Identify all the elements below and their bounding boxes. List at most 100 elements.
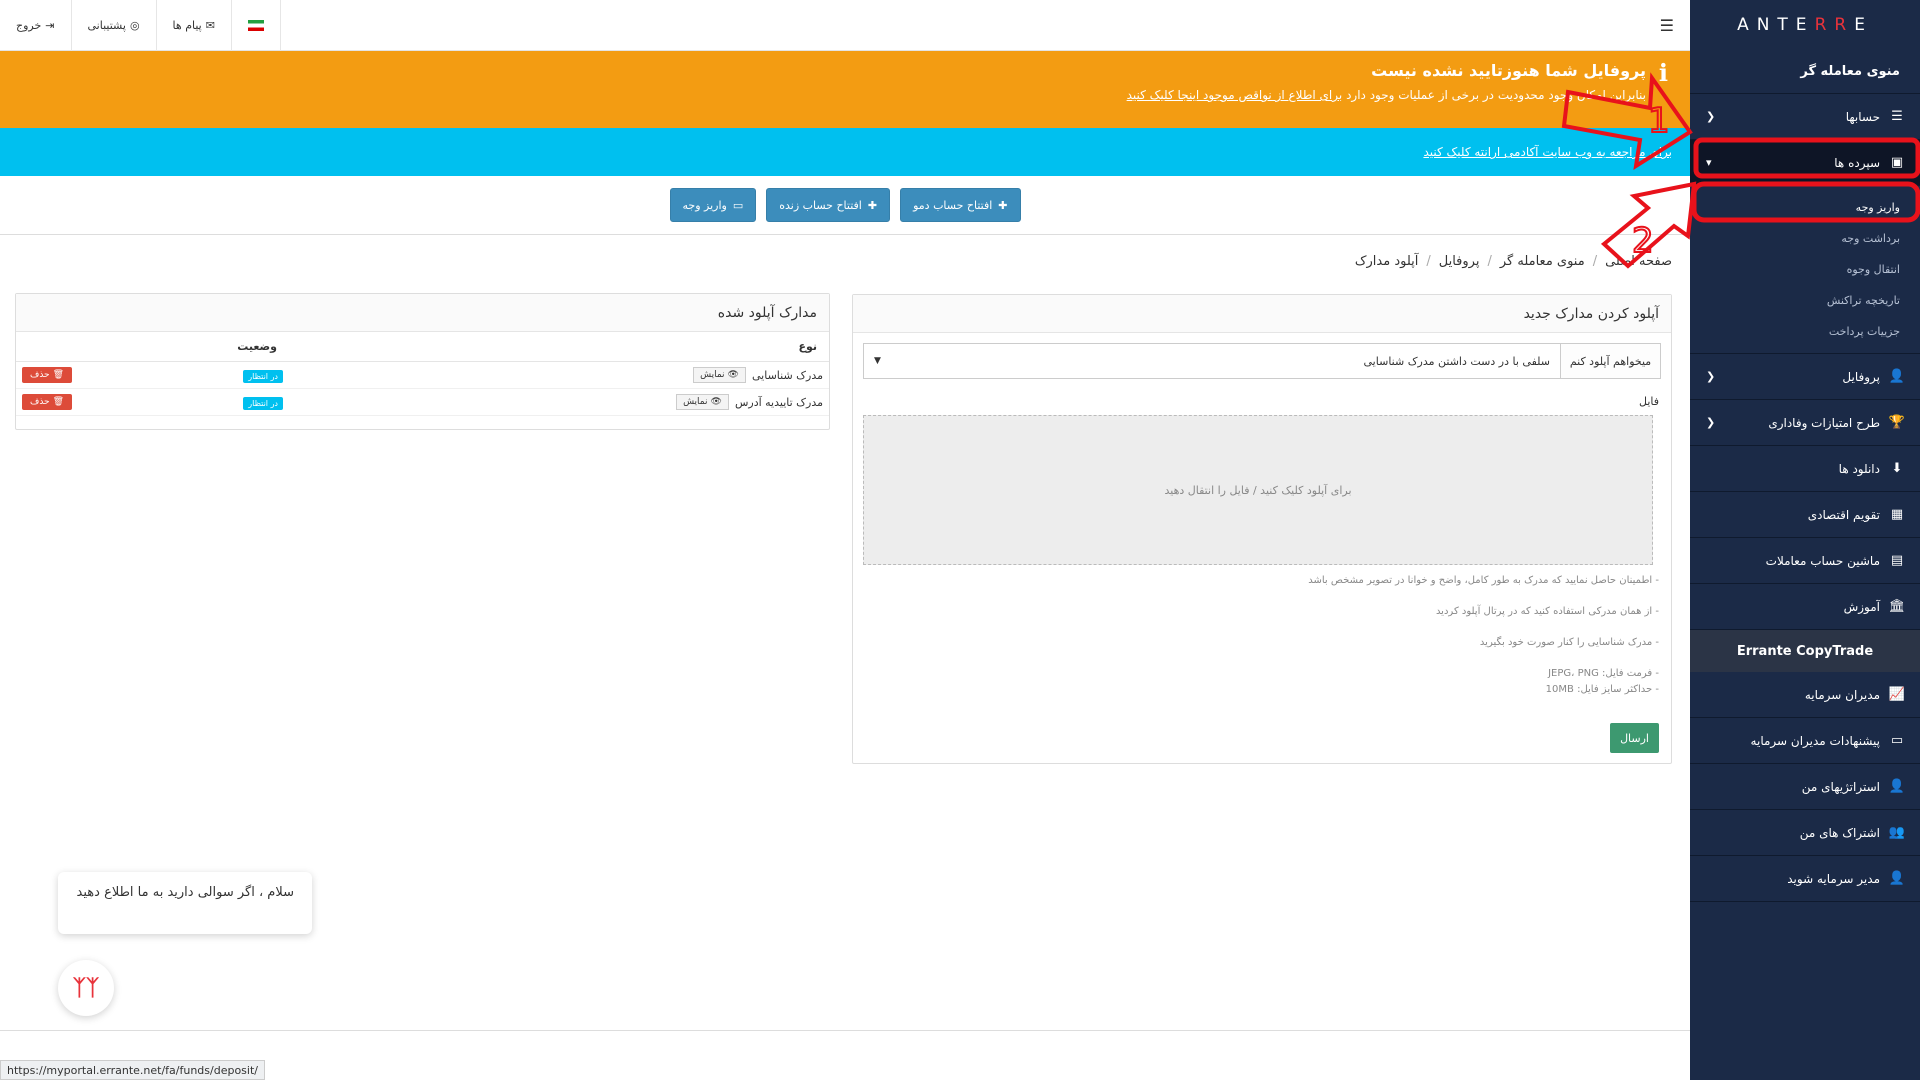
top-navbar: خروج ⇥ پشتیبانی ◎ پیام ها ✉ ☰: [0, 0, 1690, 51]
format-note: - فرمت فایل: JEPG، PNG: [1548, 668, 1659, 679]
bank-icon: 🏛: [1888, 599, 1906, 614]
dropzone-text: برای آپلود کلیک کنید / فایل را انتقال ده…: [1164, 483, 1352, 497]
document-type-select[interactable]: میخواهم آپلود کنم سلفی با در دست داشتن م…: [863, 343, 1661, 379]
caret-down-icon: ▼: [874, 356, 881, 366]
calendar-icon: ▦: [1890, 507, 1904, 522]
messages-link[interactable]: پیام ها ✉: [157, 0, 232, 51]
user-icon: 👤: [1888, 369, 1906, 384]
list-icon: ☰: [1891, 109, 1903, 124]
uploaded-docs-table: نوع وضعیت مدرک شناسایی 👁 نمایش در انتظار …: [16, 332, 829, 416]
breadcrumb-trader-menu[interactable]: منوی معامله گر: [1500, 254, 1585, 269]
upload-notes: - اطمینان حاصل نمایید که مدرک به طور کام…: [1308, 575, 1659, 715]
note-item: - مدرک شناسایی را کنار صورت خود بگیرید: [1479, 637, 1659, 648]
messages-label: پیام ها: [172, 19, 202, 32]
deposits-submenu: واریز وجه برداشت وجه انتقال وجوه تاریخچه…: [1690, 186, 1920, 354]
sidebar-item-downloads[interactable]: ⬇ دانلود ها: [1690, 446, 1920, 492]
col-status-header: وضعیت: [150, 332, 289, 362]
language-selector[interactable]: [232, 0, 281, 51]
content-divider: [0, 234, 1690, 235]
envelope-icon: ✉: [205, 19, 215, 32]
chat-greeting-bubble[interactable]: سلام ، اگر سوالی دارید به ما اطلاع دهید: [58, 872, 312, 934]
submenu-payment-details[interactable]: جزییات پرداخت: [1690, 316, 1920, 347]
submenu-deposit[interactable]: واریز وجه: [1690, 192, 1920, 223]
status-bar-url: https://myportal.errante.net/fa/funds/de…: [0, 1060, 265, 1080]
submenu-transfer[interactable]: انتقال وجوه: [1690, 254, 1920, 285]
delete-button[interactable]: 🗑 حذف: [22, 367, 73, 383]
chart-icon: 📈: [1888, 687, 1906, 702]
alert-description: بنابراین امکان وجود محدودیت در برخی از ع…: [1346, 88, 1646, 102]
sidebar-item-my-strategies[interactable]: 👤 استراتژیهای من: [1690, 764, 1920, 810]
uploaded-documents-panel: مدارک آپلود شده نوع وضعیت مدرک شناسایی 👁…: [15, 293, 830, 430]
sidebar-item-deposits[interactable]: ▣ سپرده ها ▾: [1690, 140, 1920, 186]
sidebar-item-label: مدیر سرمایه شوید: [1787, 871, 1880, 886]
alert-text: بنابراین امکان وجود محدودیت در برخی از ع…: [0, 88, 1672, 102]
note-item: - از همان مدرکی استفاده کنید که در پرتال…: [1435, 606, 1659, 617]
missing-docs-link[interactable]: برای اطلاع از نواقص موجود اینجا کلیک کنی…: [1127, 88, 1343, 102]
view-button[interactable]: 👁 نمایش: [693, 367, 746, 383]
sidebar-item-accounts[interactable]: ☰ حسابها ❮: [1690, 94, 1920, 140]
sidebar-item-loyalty[interactable]: 🏆 طرح امتیازات وفاداری ❮: [1690, 400, 1920, 446]
card-icon: ▭: [1890, 733, 1904, 748]
support-label: پشتیبانی: [87, 19, 126, 32]
sign-out-icon: ⇥: [45, 19, 55, 32]
profile-warning-alert: ℹ پروفایل شما هنوزتایید نشده نیست بنابرا…: [0, 51, 1690, 128]
sidebar-item-label: تقویم اقتصادی: [1807, 507, 1880, 522]
size-note: - حداکثر سایز فایل: 10MB: [1545, 684, 1659, 695]
sidebar-item-become-manager[interactable]: 👤 مدیر سرمایه شوید: [1690, 856, 1920, 902]
sidebar-item-manager-offers[interactable]: ▭ پیشنهادات مدیران سرمایه: [1690, 718, 1920, 764]
status-badge: در انتظار: [243, 369, 283, 383]
logout-label: خروج: [16, 19, 42, 32]
sidebar-item-education[interactable]: 🏛 آموزش: [1690, 584, 1920, 630]
sidebar-item-label: سپرده ها: [1834, 155, 1880, 170]
top-links: خروج ⇥ پشتیبانی ◎ پیام ها ✉: [0, 0, 281, 51]
sidebar-item-profile[interactable]: 👤 پروفایل ❮: [1690, 354, 1920, 400]
breadcrumb-home[interactable]: صفحه اصلی: [1605, 254, 1672, 269]
file-dropzone[interactable]: برای آپلود کلیک کنید / فایل را انتقال ده…: [863, 415, 1653, 565]
deposit-button[interactable]: ▭ واریز وجه: [669, 188, 757, 222]
chat-launcher-logo-icon[interactable]: ᛉᛉ: [58, 960, 114, 1016]
logout-link[interactable]: خروج ⇥: [0, 0, 72, 51]
sidebar-item-label: اشتراک های من: [1799, 825, 1880, 840]
eye-icon: 👁: [727, 370, 739, 380]
open-live-label: افتتاح حساب زنده: [779, 198, 862, 212]
submenu-history[interactable]: تاریخچه تراکنش: [1690, 285, 1920, 316]
sidebar: E RR ANTE منوی معامله گر ☰ حسابها ❮ ▣ سپرد…: [1690, 0, 1920, 1080]
doc-type: مدرک شناسایی: [751, 368, 823, 382]
support-link[interactable]: پشتیبانی ◎: [72, 0, 157, 51]
sidebar-item-label: مدیران سرمایه: [1804, 687, 1880, 702]
upload-new-documents-panel: آپلود کردن مدارک جدید میخواهم آپلود کنم …: [852, 294, 1672, 764]
sidebar-item-label: آموزش: [1843, 599, 1880, 614]
hamburger-menu-icon[interactable]: ☰: [1660, 16, 1674, 35]
copytrade-section-title: Errante CopyTrade: [1690, 630, 1920, 672]
chevron-down-icon: ▾: [1706, 156, 1712, 169]
sidebar-item-calendar[interactable]: ▦ تقویم اقتصادی: [1690, 492, 1920, 538]
action-buttons: ✚ افتتاح حساب دمو ✚ افتتاح حساب زنده ▭ و…: [0, 188, 1690, 222]
calculator-icon: ▤: [1890, 553, 1904, 568]
sidebar-item-label: استراتژیهای من: [1801, 779, 1880, 794]
sidebar-item-money-managers[interactable]: 📈 مدیران سرمایه: [1690, 672, 1920, 718]
document-type-dropdown[interactable]: سلفی با در دست داشتن مدرک شناسایی ▼: [864, 344, 1560, 378]
trash-icon: 🗑: [52, 370, 65, 380]
col-type-header: نوع: [289, 332, 829, 362]
chevron-left-icon: ❮: [1706, 110, 1716, 123]
uploaded-docs-title: مدارک آپلود شده: [16, 294, 829, 332]
open-demo-account-button[interactable]: ✚ افتتاح حساب دمو: [900, 188, 1021, 222]
submit-button[interactable]: ارسال: [1610, 723, 1659, 753]
trash-icon: 🗑: [52, 397, 65, 407]
plus-icon: ✚: [998, 198, 1008, 212]
download-icon: ⬇: [1891, 461, 1903, 476]
open-live-account-button[interactable]: ✚ افتتاح حساب زنده: [766, 188, 891, 222]
academy-alert: برای مراجعه به وب سایت آکادمی ارانته کلی…: [0, 128, 1690, 176]
sidebar-item-calculator[interactable]: ▤ ماشین حساب معاملات: [1690, 538, 1920, 584]
view-button[interactable]: 👁 نمایش: [676, 394, 729, 410]
sidebar-item-label: طرح امتیازات وفاداری: [1768, 415, 1880, 430]
selected-document-type: سلفی با در دست داشتن مدرک شناسایی: [1363, 354, 1550, 368]
sidebar-item-label: پیشنهادات مدیران سرمایه: [1750, 733, 1880, 748]
delete-button[interactable]: 🗑 حذف: [22, 394, 73, 410]
breadcrumb-profile[interactable]: پروفایل: [1439, 254, 1480, 269]
user-icon: 👤: [1888, 779, 1906, 794]
academy-link[interactable]: برای مراجعه به وب سایت آکادمی ارانته کلی…: [1423, 145, 1672, 159]
sidebar-item-my-subscriptions[interactable]: 👥 اشتراک های من: [1690, 810, 1920, 856]
errante-logo[interactable]: E RR ANTE: [1690, 0, 1920, 50]
submenu-withdraw[interactable]: برداشت وجه: [1690, 223, 1920, 254]
